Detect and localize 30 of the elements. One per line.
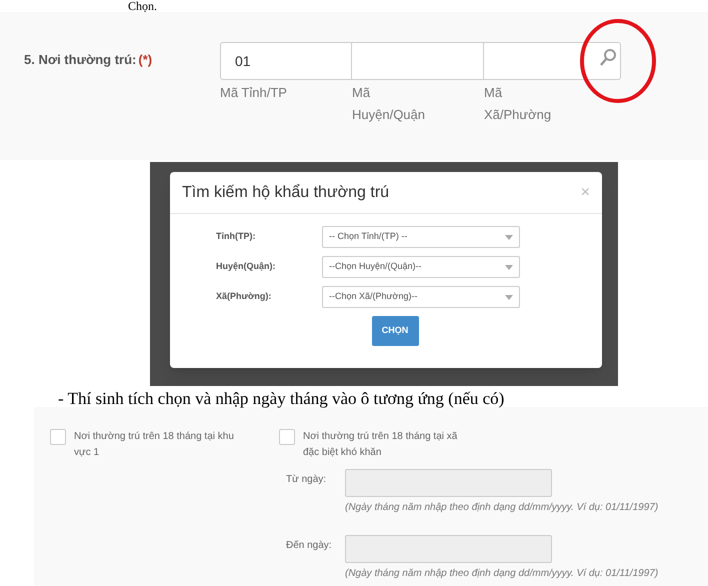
code-field[interactable] — [484, 42, 621, 80]
select-label: Tỉnh(TP): — [216, 230, 256, 244]
instruction-text: - Thí sinh tích chọn và nhập ngày tháng vào ô tương ứng (nếu có) — [58, 389, 504, 408]
date-label: Từ ngày: — [286, 473, 328, 487]
caret-icon — [505, 264, 513, 270]
document-text: Chọn. — [128, 0, 158, 12]
select-field[interactable]: --Chọn Huyện/(Quận)-- — [322, 256, 520, 278]
select-label: Xã(Phường): — [216, 290, 272, 304]
caret-icon — [505, 294, 513, 300]
checkbox[interactable] — [50, 429, 66, 445]
date-field[interactable] — [345, 469, 552, 497]
code-field[interactable]: 01 — [220, 42, 352, 80]
code-field[interactable] — [352, 42, 484, 80]
date-hint: (Ngày tháng năm nhập theo định dạng dd/mm/yyyy. Ví dụ: 01/11/1997) — [345, 567, 658, 581]
field-caption: Mã Huyện/Quận — [352, 84, 426, 124]
date-field[interactable] — [345, 535, 552, 563]
field-caption: Mã Xã/Phường — [484, 84, 552, 124]
field-label: 5. Nơi thường trú:(*) — [24, 52, 152, 67]
checkbox-label: Nơi thường trú trên 18 tháng tại xã đặc biệt khó khăn — [303, 430, 458, 460]
caret-icon — [505, 234, 513, 240]
checkbox[interactable] — [279, 429, 295, 445]
checkbox-label: Nơi thường trú trên 18 tháng tại khu vực 1 — [74, 430, 234, 460]
choose-button[interactable]: CHỌN — [372, 316, 418, 346]
select-field[interactable]: --Chọn Xã/(Phường)-- — [322, 286, 520, 308]
date-label: Đến ngày: — [286, 539, 333, 553]
select-field[interactable]: -- Chọn Tỉnh/(TP) -- — [322, 226, 520, 248]
select-label: Huyện(Quận): — [216, 260, 276, 274]
dialog-title: Tìm kiếm hộ khẩu thường trú — [182, 182, 390, 202]
field-caption: Mã Tỉnh/TP — [220, 84, 288, 102]
date-hint: (Ngày tháng năm nhập theo định dạng dd/mm/yyyy. Ví dụ: 01/11/1997) — [345, 501, 658, 515]
